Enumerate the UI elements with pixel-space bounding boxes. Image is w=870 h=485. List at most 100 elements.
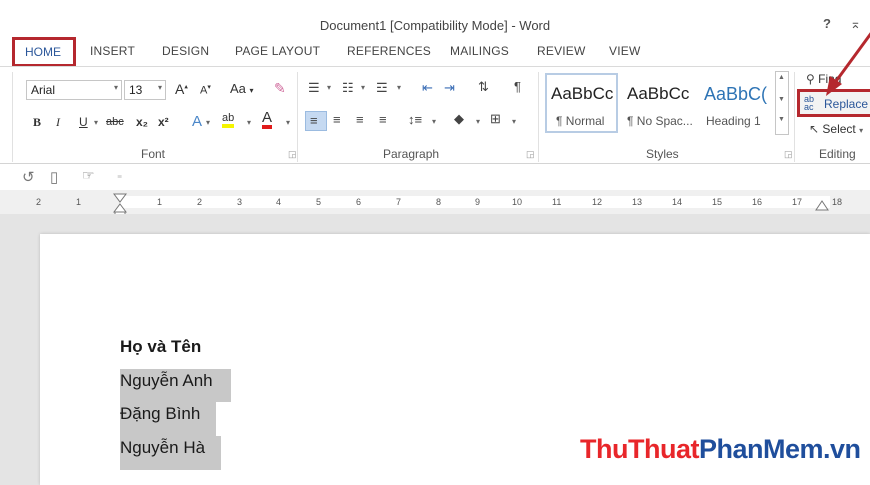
more-icon[interactable]: ▼ — [778, 116, 785, 123]
chevron-down-icon: ▾ — [512, 117, 517, 126]
watermark-part: .vn — [823, 434, 861, 464]
justify-icon[interactable]: ≡ — [379, 112, 387, 127]
grow-font-icon: A — [175, 81, 185, 97]
decrease-indent-icon[interactable]: ⇤ — [422, 80, 433, 96]
select-button[interactable]: ↖ Select ▾ — [809, 122, 863, 136]
show-marks-button[interactable]: ¶ — [514, 79, 521, 94]
tab-insert[interactable]: INSERT — [90, 44, 135, 58]
ruler-tick: 15 — [712, 197, 723, 207]
sort-icon[interactable]: ⇅ — [478, 79, 489, 95]
chevron-down-icon: ▾ — [206, 118, 211, 127]
ruler-tick: 16 — [752, 197, 763, 207]
binoculars-icon: ⚲ — [806, 72, 815, 86]
undo-icon[interactable]: ↺ — [22, 168, 35, 186]
scroll-down-icon[interactable]: ▼ — [778, 96, 785, 103]
ruler-tick: 2 — [197, 197, 203, 207]
chevron-down-icon: ▾ — [157, 83, 162, 92]
chevron-down-icon: ▾ — [361, 83, 366, 92]
ruler-tick: 9 — [475, 197, 481, 207]
new-document-icon[interactable]: ▯ — [50, 168, 58, 186]
ruler-tick: 2 — [36, 197, 42, 207]
style-no-spacing-sample: AaBbCc — [627, 84, 690, 103]
paragraph-group-label: Paragraph — [383, 147, 440, 161]
watermark-part: PhanMem — [698, 434, 824, 464]
tab-review[interactable]: REVIEW — [537, 44, 586, 58]
dialog-launcher-icon[interactable]: ◲ — [526, 149, 535, 160]
ruler-tick: 10 — [512, 197, 523, 207]
italic-button[interactable]: I — [56, 115, 60, 130]
group-separator — [297, 72, 298, 162]
line-spacing-icon[interactable]: ↕≡ — [408, 112, 422, 127]
change-case-button[interactable]: Aa ▾ — [230, 81, 254, 96]
tab-mailings[interactable]: MAILINGS — [450, 44, 509, 58]
styles-group-label: Styles — [646, 147, 679, 161]
align-left-button[interactable]: ≡ — [305, 111, 327, 131]
clear-formatting-icon[interactable]: ✎ — [274, 80, 286, 97]
style-normal-sample: AaBbCc — [551, 84, 614, 103]
font-color-button[interactable]: A — [262, 110, 273, 129]
scroll-up-icon[interactable]: ▲ — [778, 74, 785, 81]
shrink-font-button[interactable]: A▾ — [200, 83, 211, 97]
doc-line: Đặng Bình — [120, 402, 216, 436]
ruler-tick: 12 — [592, 197, 603, 207]
numbering-icon[interactable]: ☷ — [342, 80, 354, 96]
shading-icon[interactable]: ◆ — [454, 111, 464, 127]
bullets-icon[interactable]: ☰ — [308, 80, 320, 96]
tab-view[interactable]: VIEW — [609, 44, 640, 58]
touch-mode-icon[interactable]: ☞ — [82, 167, 95, 184]
font-size-combo[interactable]: 13 ▾ — [124, 80, 166, 100]
increase-indent-icon[interactable]: ⇥ — [444, 80, 455, 96]
ribbon-edge — [12, 72, 13, 162]
chevron-down-icon: ▾ — [113, 83, 118, 92]
quick-access-toolbar — [0, 165, 870, 189]
chevron-down-icon: ▾ — [327, 83, 332, 92]
dialog-launcher-icon[interactable]: ◲ — [784, 149, 793, 160]
styles-gallery-scroll[interactable]: ▲ ▼ ▼ — [775, 71, 789, 135]
chevron-down-icon: ▾ — [286, 118, 291, 127]
customize-qat-icon[interactable]: ₌ — [117, 170, 122, 181]
watermark-part: ThuThuat — [580, 434, 699, 464]
subscript-button[interactable]: x₂ — [136, 115, 148, 129]
grow-font-button[interactable]: A▴ — [175, 81, 188, 97]
style-no-spacing-name: ¶ No Spac... — [627, 114, 693, 128]
chevron-down-icon: ▾ — [432, 117, 437, 126]
ruler-tick: 17 — [792, 197, 803, 207]
highlight-color-button[interactable]: ab — [222, 112, 235, 128]
tab-home[interactable]: HOME — [25, 45, 61, 59]
borders-icon[interactable]: ⊞ — [490, 111, 501, 127]
help-button[interactable]: ? — [823, 16, 831, 31]
style-heading-1-name: Heading 1 — [706, 114, 761, 128]
chevron-down-icon: ▾ — [859, 126, 864, 135]
tab-page-layout[interactable]: PAGE LAYOUT — [235, 44, 320, 58]
tab-design[interactable]: DESIGN — [162, 44, 209, 58]
dialog-launcher-icon[interactable]: ◲ — [288, 149, 297, 160]
strikethrough-button[interactable]: abc — [106, 116, 124, 128]
align-left-icon: ≡ — [310, 113, 318, 128]
ruler-tick: 14 — [672, 197, 683, 207]
font-size-value: 13 — [129, 83, 143, 97]
group-separator — [538, 72, 539, 162]
font-name-combo[interactable]: Arial ▾ — [26, 80, 122, 100]
watermark-logo: ThuThuatPhanMem.vn — [580, 434, 861, 465]
style-heading-1[interactable]: AaBbC( Heading 1 — [700, 73, 775, 133]
group-separator — [794, 72, 795, 162]
chevron-down-icon: ▾ — [247, 118, 252, 127]
ruler-tick: 11 — [552, 197, 562, 207]
ruler-tick: 6 — [356, 197, 362, 207]
ruler-tick: 1 — [157, 197, 163, 207]
doc-line: Nguyễn Anh — [120, 369, 231, 402]
right-indent-marker-icon[interactable] — [815, 200, 829, 212]
editing-group-label: Editing — [819, 147, 856, 161]
superscript-button[interactable]: x² — [158, 115, 169, 129]
chevron-down-icon: ▾ — [476, 117, 481, 126]
underline-button[interactable]: U — [79, 115, 88, 129]
align-right-icon[interactable]: ≡ — [356, 112, 364, 127]
tab-references[interactable]: REFERENCES — [347, 44, 431, 58]
bold-button[interactable]: B — [33, 115, 41, 130]
ruler-tick: 3 — [237, 197, 243, 207]
multilevel-list-icon[interactable]: ☲ — [376, 80, 388, 96]
text-effects-button[interactable]: A — [192, 113, 202, 130]
ruler-tick: 5 — [316, 197, 322, 207]
align-center-icon[interactable]: ≡ — [333, 112, 341, 127]
change-case-icon: Aa — [230, 81, 246, 96]
